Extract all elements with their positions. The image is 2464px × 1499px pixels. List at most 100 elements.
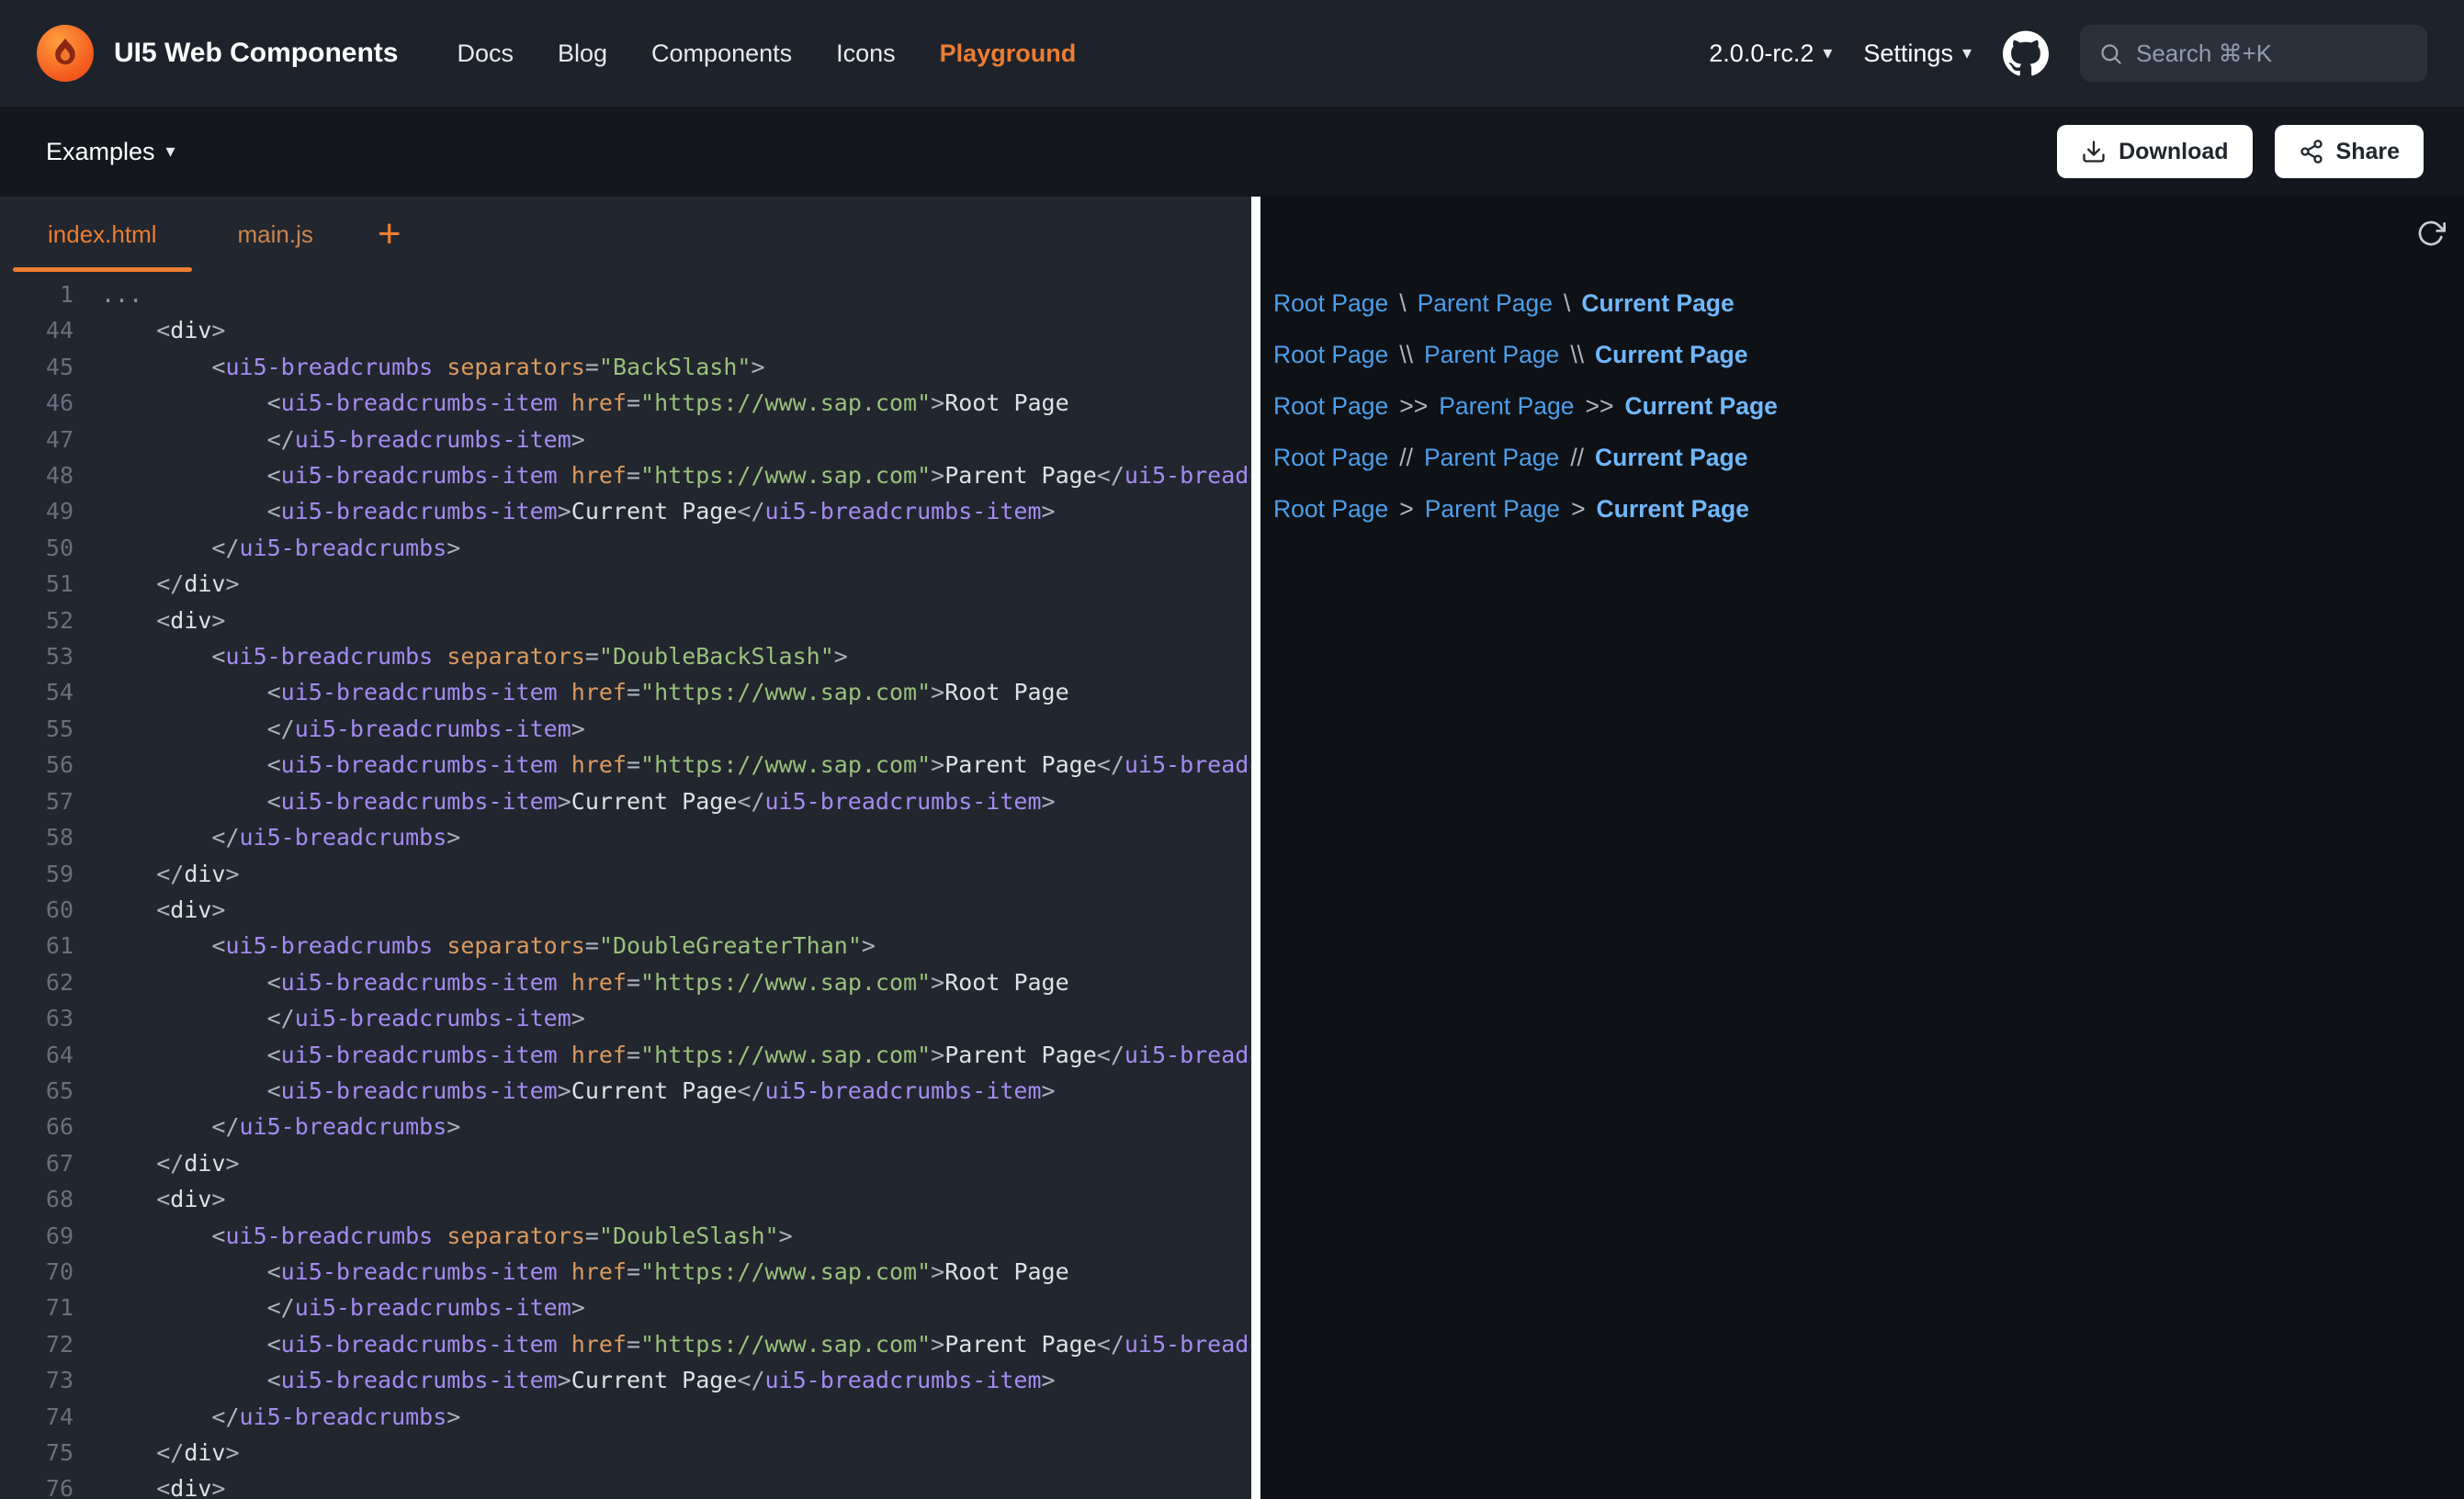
search-input[interactable] [2136,39,2409,68]
download-button[interactable]: Download [2057,125,2252,178]
chevron-down-icon: ▾ [1823,44,1832,62]
settings-dropdown[interactable]: Settings ▾ [1863,39,1972,68]
github-link[interactable] [2003,30,2049,76]
breadcrumb-separator: // [1399,444,1413,472]
ui5-logo[interactable] [37,25,94,82]
nav-item-components[interactable]: Components [651,39,792,68]
breadcrumb-link[interactable]: Root Page [1273,495,1388,524]
breadcrumb-link[interactable]: Root Page [1273,289,1388,318]
breadcrumb-separator: >> [1399,392,1428,421]
editor-tabbar: index.html main.js + [0,197,1251,272]
breadcrumb-link[interactable]: Parent Page [1424,341,1559,369]
code-line: 49 <ui5-breadcrumbs-item>Current Page</u… [0,493,1251,529]
examples-toolbar: Examples ▾ Download Share [0,107,2464,197]
download-label: Download [2119,139,2228,165]
settings-label: Settings [1863,39,1953,68]
flame-icon [44,32,86,74]
examples-label: Examples [46,138,155,166]
github-icon [2003,30,2049,76]
download-icon [2081,139,2107,164]
line-number: 58 [0,819,73,855]
share-label: Share [2336,139,2400,165]
line-number: 67 [0,1145,73,1181]
version-dropdown[interactable]: 2.0.0-rc.2 ▾ [1709,39,1832,68]
breadcrumb: Root Page>Parent Page>Current Page [1273,483,2464,535]
code-lines[interactable]: 1...44 <div>45 <ui5-breadcrumbs separato… [0,272,1251,1499]
code-line: 70 <ui5-breadcrumbs-item href="https://w… [0,1254,1251,1290]
breadcrumb-link[interactable]: Parent Page [1424,444,1559,472]
breadcrumb: Root Page//Parent Page//Current Page [1273,432,2464,483]
line-number: 61 [0,928,73,964]
breadcrumb-link[interactable]: Parent Page [1439,392,1574,421]
share-button[interactable]: Share [2275,125,2424,178]
code-line: 75 </div> [0,1435,1251,1471]
search-box [2080,25,2427,82]
tab-main-js[interactable]: main.js [198,197,354,272]
code-line: 54 <ui5-breadcrumbs-item href="https://w… [0,674,1251,710]
breadcrumb-link[interactable]: Root Page [1273,392,1388,421]
code-line: 73 <ui5-breadcrumbs-item>Current Page</u… [0,1362,1251,1398]
line-number: 44 [0,312,73,348]
code-line: 68 <div> [0,1181,1251,1217]
main-nav: Docs Blog Components Icons Playground [457,39,1076,68]
breadcrumb-separator: \ [1399,289,1406,318]
breadcrumb-separator: >> [1586,392,1614,421]
code-line: 72 <ui5-breadcrumbs-item href="https://w… [0,1326,1251,1362]
breadcrumb-link[interactable]: Root Page [1273,444,1388,472]
line-number: 48 [0,457,73,493]
line-number: 73 [0,1362,73,1398]
line-number: 62 [0,964,73,1000]
breadcrumb-link[interactable]: Parent Page [1418,289,1553,318]
search-icon [2098,41,2123,66]
line-number: 68 [0,1181,73,1217]
chevron-down-icon: ▾ [1962,44,1972,62]
line-number: 60 [0,892,73,928]
code-line: 57 <ui5-breadcrumbs-item>Current Page</u… [0,783,1251,819]
code-line: 60 <div> [0,892,1251,928]
code-line: 52 <div> [0,603,1251,638]
code-line: 63 </ui5-breadcrumbs-item> [0,1000,1251,1036]
code-line: 1... [0,276,1251,312]
line-number: 74 [0,1399,73,1435]
page-title[interactable]: UI5 Web Components [114,38,398,69]
line-number: 72 [0,1326,73,1362]
breadcrumb-link[interactable]: Parent Page [1425,495,1560,524]
examples-menu[interactable]: Examples ▾ [46,138,175,166]
breadcrumb-separator: \\ [1399,341,1413,369]
line-number: 76 [0,1471,73,1499]
code-line: 74 </ui5-breadcrumbs> [0,1399,1251,1435]
line-number: 57 [0,783,73,819]
add-tab-button[interactable]: + [354,197,425,272]
breadcrumb-separator: \\ [1570,341,1584,369]
breadcrumb-link[interactable]: Root Page [1273,341,1388,369]
nav-item-playground[interactable]: Playground [940,39,1077,68]
code-line: 71 </ui5-breadcrumbs-item> [0,1290,1251,1325]
code-line: 58 </ui5-breadcrumbs> [0,819,1251,855]
line-number: 55 [0,711,73,747]
tab-index-html[interactable]: index.html [7,197,198,272]
line-number: 75 [0,1435,73,1471]
refresh-button[interactable] [2416,219,2446,248]
nav-item-docs[interactable]: Docs [457,39,514,68]
split-handle[interactable] [1251,197,1260,1499]
nav-item-blog[interactable]: Blog [558,39,607,68]
line-number: 47 [0,422,73,457]
line-number: 59 [0,856,73,892]
line-number: 65 [0,1073,73,1109]
line-number: 64 [0,1037,73,1073]
line-number: 56 [0,747,73,783]
share-icon [2299,139,2324,164]
version-label: 2.0.0-rc.2 [1709,39,1814,68]
breadcrumb-separator: > [1571,495,1585,524]
line-number: 53 [0,638,73,674]
breadcrumb-separator: > [1399,495,1413,524]
nav-item-icons[interactable]: Icons [836,39,896,68]
code-line: 59 </div> [0,856,1251,892]
breadcrumb: Root Page\\Parent Page\\Current Page [1273,329,2464,380]
line-number: 69 [0,1218,73,1254]
line-number: 50 [0,530,73,566]
breadcrumb-separator: \ [1564,289,1570,318]
code-line: 44 <div> [0,312,1251,348]
breadcrumb-current: Current Page [1581,289,1734,318]
header-right: 2.0.0-rc.2 ▾ Settings ▾ [1709,25,2427,82]
